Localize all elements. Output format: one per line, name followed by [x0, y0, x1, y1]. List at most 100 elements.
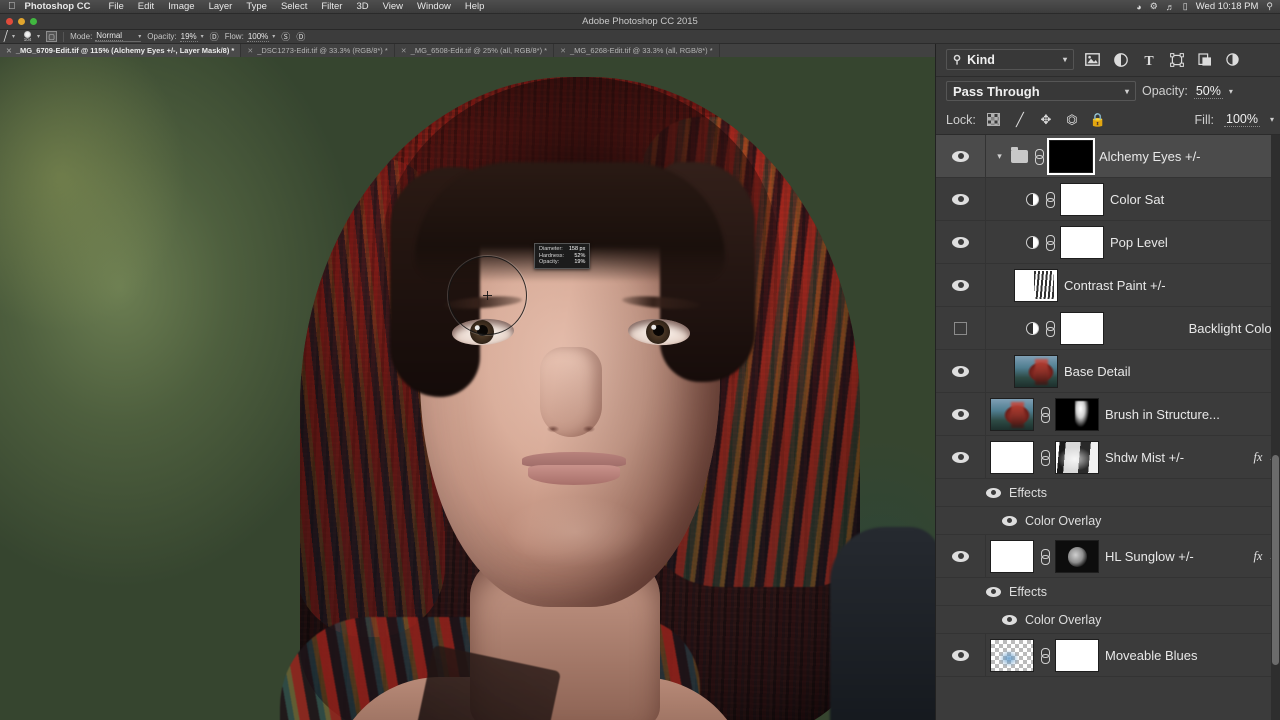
- link-icon[interactable]: [1034, 148, 1044, 165]
- layer-thumbnail[interactable]: [990, 440, 1034, 474]
- link-icon[interactable]: [1045, 234, 1055, 251]
- link-icon[interactable]: [1045, 320, 1055, 337]
- apple-logo-icon[interactable]: : [0, 1, 25, 12]
- layer-row-pop-level[interactable]: Pop Level: [936, 221, 1280, 264]
- image-canvas[interactable]: Diameter: 158 px Hardness: 52% Opacity: …: [0, 57, 935, 720]
- scrollbar-thumb[interactable]: [1272, 455, 1279, 665]
- search-icon[interactable]: ⚲: [1266, 1, 1273, 12]
- visibility-toggle[interactable]: [936, 178, 986, 220]
- document-tab-2[interactable]: ✕ _MG_6508-Edit.tif @ 25% (all, RGB/8*) …: [395, 44, 555, 57]
- link-icon[interactable]: [1040, 647, 1050, 664]
- smart-object-filter-icon[interactable]: [1195, 50, 1214, 69]
- link-icon[interactable]: [1045, 191, 1055, 208]
- menu-window[interactable]: Window: [410, 1, 458, 12]
- pixel-layers-filter-icon[interactable]: [1083, 50, 1102, 69]
- adjustment-layers-filter-icon[interactable]: [1111, 50, 1130, 69]
- effects-header-row-shdw[interactable]: Effects: [936, 479, 1280, 507]
- visibility-toggle[interactable]: [936, 393, 986, 435]
- menu-edit[interactable]: Edit: [131, 1, 161, 12]
- layer-row-moveable-blues[interactable]: Moveable Blues: [936, 634, 1280, 677]
- opacity-field[interactable]: Opacity: 19% ▾: [144, 30, 206, 44]
- clock[interactable]: Wed 10:18 PM: [1196, 1, 1259, 12]
- layer-mask-thumbnail[interactable]: [1055, 539, 1099, 573]
- visibility-toggle[interactable]: [1002, 614, 1017, 625]
- layer-row-base-detail[interactable]: Base Detail: [936, 350, 1280, 393]
- menu-file[interactable]: File: [101, 1, 130, 12]
- layer-name[interactable]: Alchemy Eyes +/-: [1099, 149, 1280, 164]
- layer-row-backlight-color[interactable]: Backlight Color: [936, 307, 1280, 350]
- visibility-toggle[interactable]: [986, 586, 1001, 597]
- layer-name[interactable]: HL Sunglow +/-: [1105, 549, 1247, 564]
- link-icon[interactable]: [1040, 548, 1050, 565]
- link-icon[interactable]: [1040, 406, 1050, 423]
- fx-badge[interactable]: fx: [1253, 450, 1264, 465]
- lock-image-pixels-icon[interactable]: ╱: [1012, 112, 1028, 128]
- layer-name[interactable]: Base Detail: [1064, 364, 1280, 379]
- type-layers-filter-icon[interactable]: T: [1139, 50, 1158, 69]
- document-tab-0[interactable]: ✕ _MG_6709-Edit.tif @ 115% (Alchemy Eyes…: [0, 44, 242, 57]
- layer-thumbnail[interactable]: [990, 539, 1034, 573]
- volume-icon[interactable]: ♬: [1166, 2, 1175, 12]
- layer-name[interactable]: Contrast Paint +/-: [1064, 278, 1280, 293]
- layer-row-color-sat[interactable]: Color Sat: [936, 178, 1280, 221]
- layer-row-alchemy-eyes[interactable]: ▾ Alchemy Eyes +/-: [936, 135, 1280, 178]
- flow-field[interactable]: Flow: 100% ▾: [222, 30, 279, 44]
- menu-select[interactable]: Select: [274, 1, 314, 12]
- menu-type[interactable]: Type: [239, 1, 274, 12]
- visibility-toggle[interactable]: [936, 350, 986, 392]
- layer-row-brush-in-structure[interactable]: Brush in Structure...: [936, 393, 1280, 436]
- layer-row-shdw-mist[interactable]: Shdw Mist +/- fx ▴: [936, 436, 1280, 479]
- group-expand-chevron-icon[interactable]: ▾: [994, 151, 1005, 162]
- brush-tool-icon[interactable]: ╱ ▾: [0, 30, 18, 44]
- close-icon[interactable]: ✕: [401, 47, 407, 55]
- bluetooth-icon[interactable]: ⚙: [1150, 1, 1158, 12]
- visibility-toggle[interactable]: [936, 307, 986, 349]
- wifi-icon[interactable]: ◕: [1136, 2, 1141, 12]
- layer-name[interactable]: Pop Level: [1110, 235, 1280, 250]
- lock-position-icon[interactable]: ✥: [1038, 112, 1054, 128]
- opacity-chevron-icon[interactable]: ▾: [1229, 87, 1233, 96]
- layer-name[interactable]: Backlight Color: [1110, 321, 1280, 336]
- brush-preset-picker[interactable]: 104 ▾: [18, 30, 43, 44]
- layer-name[interactable]: Moveable Blues: [1105, 648, 1280, 663]
- blend-mode-field[interactable]: Mode: Normal ▾: [67, 30, 144, 44]
- visibility-toggle[interactable]: [936, 436, 986, 478]
- brush-panel-toggle[interactable]: ▢: [43, 30, 60, 44]
- visibility-toggle[interactable]: [1002, 515, 1017, 526]
- visibility-toggle[interactable]: [936, 634, 986, 676]
- document-tab-1[interactable]: ✕ _DSC1273-Edit.tif @ 33.3% (RGB/8*) *: [241, 44, 395, 57]
- layer-thumbnail[interactable]: [1014, 354, 1058, 388]
- link-icon[interactable]: [1040, 449, 1050, 466]
- close-icon[interactable]: ✕: [6, 47, 12, 55]
- effect-row-color-overlay-shdw[interactable]: Color Overlay: [936, 507, 1280, 535]
- effects-header-row-sunglow[interactable]: Effects: [936, 578, 1280, 606]
- layer-thumbnail[interactable]: [990, 638, 1034, 672]
- layer-list[interactable]: ▾ Alchemy Eyes +/- Color Sat Pop Level C…: [936, 135, 1280, 720]
- layer-mask-thumbnail[interactable]: [1055, 440, 1099, 474]
- fill-value[interactable]: 100%: [1224, 112, 1260, 127]
- layer-mask-thumbnail[interactable]: [1060, 182, 1104, 216]
- layer-mask-thumbnail[interactable]: [1055, 397, 1099, 431]
- layer-name[interactable]: Color Sat: [1110, 192, 1280, 207]
- blend-mode-select[interactable]: Pass Through ▾: [946, 81, 1136, 101]
- layer-row-hl-sunglow[interactable]: HL Sunglow +/- fx ▴: [936, 535, 1280, 578]
- visibility-toggle[interactable]: [986, 487, 1001, 498]
- layer-thumbnail[interactable]: [990, 397, 1034, 431]
- pressure-size-icon[interactable]: Ⓓ: [293, 30, 308, 44]
- document-tab-3[interactable]: ✕ _MG_6268-Edit.tif @ 33.3% (all, RGB/8*…: [554, 44, 720, 57]
- battery-icon[interactable]: ▯: [1183, 1, 1188, 12]
- opacity-value[interactable]: 50%: [1193, 84, 1223, 99]
- menu-layer[interactable]: Layer: [202, 1, 240, 12]
- layer-list-scrollbar[interactable]: [1271, 135, 1280, 720]
- layer-row-contrast-paint[interactable]: Contrast Paint +/-: [936, 264, 1280, 307]
- close-icon[interactable]: ✕: [560, 47, 566, 55]
- layer-thumbnail[interactable]: [1014, 268, 1058, 302]
- visibility-toggle[interactable]: [936, 135, 986, 177]
- menu-3d[interactable]: 3D: [349, 1, 375, 12]
- lock-artboard-icon[interactable]: ⏣: [1064, 112, 1080, 128]
- visibility-toggle[interactable]: [936, 264, 986, 306]
- menu-help[interactable]: Help: [458, 1, 492, 12]
- layer-mask-thumbnail[interactable]: [1055, 638, 1099, 672]
- airbrush-icon[interactable]: Ⓢ: [278, 30, 293, 44]
- layer-name[interactable]: Shdw Mist +/-: [1105, 450, 1247, 465]
